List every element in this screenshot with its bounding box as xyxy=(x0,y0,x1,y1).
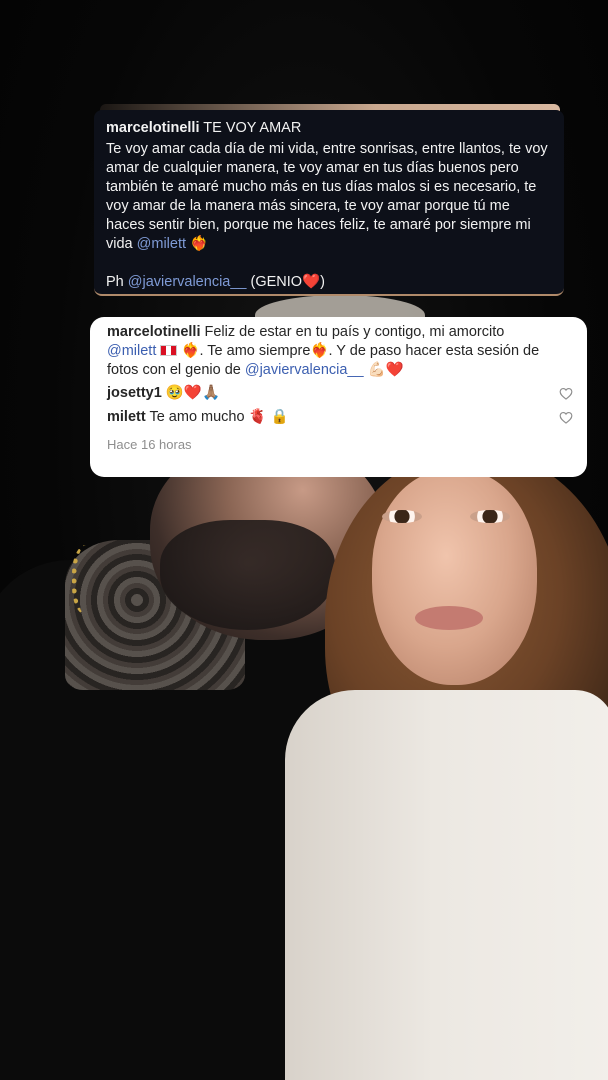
folded-hands-emoji: 🙏🏽 xyxy=(201,385,221,401)
credit-mention[interactable]: @javiervalencia__ xyxy=(128,274,247,290)
comment-item: marcelotinelli Feliz de estar en tu país… xyxy=(107,323,569,380)
caption-title: TE VOY AMAR xyxy=(203,120,302,136)
comment-username[interactable]: marcelotinelli xyxy=(107,324,200,340)
anatomical-heart-emoji: 🫀 xyxy=(248,409,267,425)
woman-dress xyxy=(285,690,608,1080)
gold-chain xyxy=(72,545,107,615)
red-heart-emoji: ❤️ xyxy=(302,274,321,290)
caption-credit: Ph @javiervalencia__ (GENIO❤️) xyxy=(106,273,552,292)
woman-eye-right xyxy=(470,510,510,523)
comments-card: marcelotinelli Feliz de estar en tu país… xyxy=(90,317,587,477)
credit-close: ) xyxy=(320,274,325,290)
comment-username[interactable]: milett xyxy=(107,409,146,425)
heart-on-fire-emoji: ❤️‍🔥 xyxy=(310,343,329,359)
flexed-arm-emoji: 💪🏻 xyxy=(367,362,386,378)
woman-face xyxy=(372,470,537,685)
heart-on-fire-emoji: ❤️‍🔥 xyxy=(190,236,209,252)
comment-username[interactable]: josetty1 xyxy=(107,385,162,401)
heart-on-fire-emoji: ❤️‍🔥 xyxy=(181,343,200,359)
woman-eye-left xyxy=(382,510,422,523)
woman-lips xyxy=(415,606,483,630)
heart-outline-icon[interactable] xyxy=(559,387,573,400)
comment-item: josetty1 🥹❤️🙏🏽 xyxy=(107,384,573,403)
red-heart-emoji: ❤️ xyxy=(183,385,202,401)
caption-body: Te voy amar cada día de mi vida, entre s… xyxy=(106,140,552,254)
post-caption-card: marcelotinelli TE VOY AMAR Te voy amar c… xyxy=(94,110,564,296)
heart-outline-icon[interactable] xyxy=(559,411,573,424)
lock-emoji: 🔒 xyxy=(270,409,289,425)
caption-mention-milett[interactable]: @milett xyxy=(137,236,186,252)
credit-suffix: (GENIO xyxy=(250,274,303,290)
caption-header: marcelotinelli TE VOY AMAR xyxy=(106,119,552,138)
comment-text-2: . Te amo siempre xyxy=(199,343,311,359)
comment-timestamp: Hace 16 horas xyxy=(107,437,192,452)
comment-item: milett Te amo mucho 🫀 🔒 xyxy=(107,408,573,427)
credit-prefix: Ph xyxy=(106,274,124,290)
red-heart-emoji: ❤️ xyxy=(385,362,404,378)
comment-text: Te amo mucho xyxy=(149,409,245,425)
man-beard xyxy=(160,520,335,630)
comment-mention-javiervalencia[interactable]: @javiervalencia__ xyxy=(245,362,364,378)
comment-mention-milett[interactable]: @milett xyxy=(107,343,156,359)
comment-text: Feliz de estar en tu país y contigo, mi … xyxy=(204,324,505,340)
caption-username[interactable]: marcelotinelli xyxy=(106,120,199,136)
peru-flag-icon xyxy=(160,345,178,356)
holding-back-tears-emoji: 🥹 xyxy=(165,385,184,401)
